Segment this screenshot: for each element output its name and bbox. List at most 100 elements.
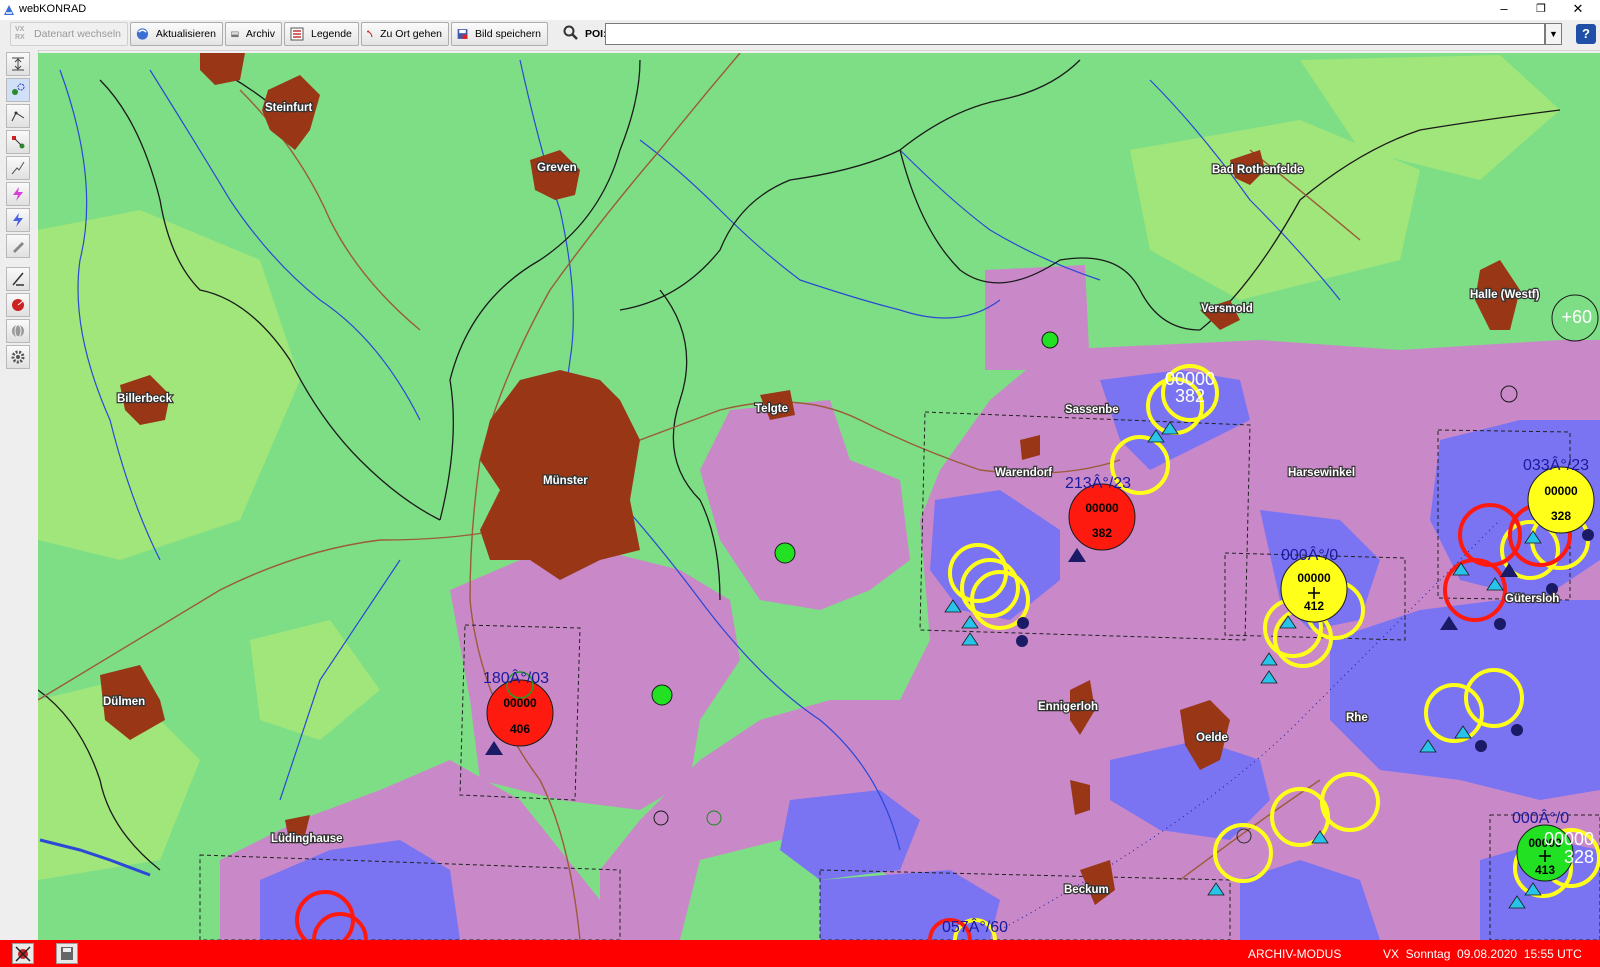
town-luedinghause: Lüdinghause — [271, 833, 343, 845]
radar-icon — [12, 299, 24, 311]
cell-green-1-bottom: 413 — [1535, 863, 1555, 877]
town-versmold: Versmold — [1201, 303, 1253, 315]
globe-refresh-icon — [136, 28, 149, 40]
town-greven: Greven — [537, 162, 577, 174]
cell-yellow-1-motion: 000Â°/0 — [1281, 545, 1338, 564]
town-billerbeck: Billerbeck — [117, 393, 173, 405]
measure-tool-button[interactable] — [6, 267, 30, 291]
title-bar: webKONRAD – ❐ ✕ — [0, 0, 1600, 20]
app-icon — [4, 5, 14, 15]
bild-speichern-label: Bild speichern — [475, 28, 541, 40]
ring-328-bottom-label: 328 — [1564, 847, 1594, 867]
radar-off-button[interactable] — [12, 943, 34, 964]
town-beckum: Beckum — [1064, 884, 1109, 896]
poi-dropdown-button[interactable]: ▼ — [1545, 23, 1562, 45]
poi-search-input[interactable] — [605, 23, 1545, 45]
settings-tool-button[interactable] — [6, 345, 30, 369]
town-telgte: Telgte — [755, 403, 788, 415]
cell-yellow-1-top: 00000 — [1297, 571, 1331, 585]
town-rhe: Rhe — [1346, 712, 1368, 724]
bild-speichern-button[interactable]: Bild speichern — [451, 22, 548, 46]
cell-red-1-motion: 213Â°/23 — [1065, 473, 1131, 492]
left-toolbar — [0, 50, 39, 940]
town-guetersloh: Gütersloh — [1505, 593, 1559, 605]
lightning-icon — [13, 187, 23, 201]
lightning-magenta-button[interactable] — [6, 182, 30, 206]
aktualisieren-button[interactable]: Aktualisieren — [130, 22, 223, 46]
save-image-icon — [457, 29, 468, 39]
cell-yellow-1: 00000 412 000Â°/0 — [1280, 545, 1348, 623]
cell-yellow-2-bottom: 328 — [1551, 509, 1571, 523]
floppy-icon — [61, 947, 73, 960]
expand-icon — [12, 57, 24, 71]
minimize-button[interactable]: – — [1486, 0, 1522, 20]
poi-label: POI: — [585, 28, 607, 40]
town-duelmen: Dülmen — [103, 696, 145, 708]
archive-mode-status: ARCHIV-MODUS — [1248, 947, 1342, 961]
cell-green-1-motion: 000Â°/0 — [1512, 808, 1569, 827]
town-oelde: Oelde — [1196, 732, 1228, 744]
legende-button[interactable]: Legende — [284, 22, 359, 46]
path-tool-button[interactable] — [6, 156, 30, 180]
close-button[interactable]: ✕ — [1560, 0, 1596, 20]
status-bar: ARCHIV-MODUS VX Sonntag 09.08.2020 15:55… — [0, 940, 1600, 967]
town-steinfurt: Steinfurt — [265, 102, 312, 114]
nodes-icon — [12, 136, 25, 149]
zu-ort-gehen-label: Zu Ort gehen — [380, 28, 442, 40]
polyline-icon — [11, 111, 25, 122]
plus60-label: +60 — [1561, 307, 1592, 327]
town-halle-westf: Halle (Westf) — [1470, 289, 1540, 301]
archiv-label: Archiv — [245, 28, 275, 40]
radar-tool-button[interactable] — [6, 293, 30, 317]
radar-map[interactable]: 00000 382 213Â°/23 00000 406 180Â°/03 00… — [38, 53, 1600, 940]
town-harsewinkel: Harsewinkel — [1288, 467, 1355, 479]
globe-icon — [12, 324, 24, 338]
radar-off-icon — [15, 946, 31, 962]
measure-icon — [12, 272, 24, 286]
chevron-down-icon: ▼ — [1549, 29, 1558, 39]
cell-yellow-2-motion: 033Â°/23 — [1523, 455, 1589, 474]
legende-label: Legende — [311, 28, 352, 40]
cell-red-2-motion: 180Â°/03 — [483, 668, 549, 687]
town-muenster: Münster — [543, 475, 588, 487]
line-tool-button[interactable] — [6, 104, 30, 128]
help-button[interactable]: ? — [1576, 24, 1596, 44]
ring-328-top-label: 00000 — [1544, 829, 1594, 849]
cell-yellow-2-top: 00000 — [1544, 484, 1578, 498]
globe-tool-button[interactable] — [6, 319, 30, 343]
pin-icon — [367, 30, 373, 38]
datenart-wechseln-button[interactable]: VX RX Datenart wechseln — [10, 22, 128, 46]
aktualisieren-label: Aktualisieren — [155, 28, 216, 40]
cell-red-1-bottom: 382 — [1092, 526, 1112, 540]
zu-ort-gehen-button[interactable]: Zu Ort gehen — [361, 22, 449, 46]
path-icon — [11, 161, 25, 175]
points-tool-button[interactable] — [6, 78, 30, 102]
eraser-tool-button[interactable] — [6, 234, 30, 258]
zoom-tool-button[interactable] — [6, 52, 30, 76]
cell-red-1-top: 00000 — [1085, 501, 1119, 515]
maximize-button[interactable]: ❐ — [1523, 0, 1559, 20]
nodes-tool-button[interactable] — [6, 130, 30, 154]
town-ennigerloh: Ennigerloh — [1038, 701, 1098, 713]
map-canvas[interactable]: 00000 382 213Â°/23 00000 406 180Â°/03 00… — [38, 53, 1600, 940]
cell-red-2-bottom: 406 — [510, 722, 530, 736]
datenart-wechseln-label: Datenart wechseln — [34, 28, 121, 40]
archive-icon — [231, 31, 239, 38]
datetime-status: VX Sonntag 09.08.2020 15:55 UTC — [1383, 947, 1582, 961]
save-state-button[interactable] — [56, 943, 78, 964]
archiv-button[interactable]: Archiv — [225, 22, 282, 46]
lightning-blue-icon — [13, 213, 23, 227]
town-warendorf: Warendorf — [995, 467, 1052, 479]
motion-bottom-label: 057Â°/60 — [942, 917, 1008, 936]
search-icon — [563, 25, 578, 40]
ring-382-bottom-label: 382 — [1175, 386, 1205, 406]
town-sassenbe: Sassenbe — [1065, 404, 1119, 416]
cell-yellow-1-bottom: 412 — [1304, 599, 1324, 613]
eraser-icon — [13, 242, 24, 253]
town-bad-rothenfelde: Bad Rothenfelde — [1212, 164, 1303, 176]
window-title: webKONRAD — [19, 3, 87, 15]
points-icon — [12, 83, 25, 95]
cell-red-2-top: 00000 — [503, 696, 537, 710]
vx-rx-icon: VX RX — [15, 26, 25, 41]
lightning-blue-button[interactable] — [6, 208, 30, 232]
